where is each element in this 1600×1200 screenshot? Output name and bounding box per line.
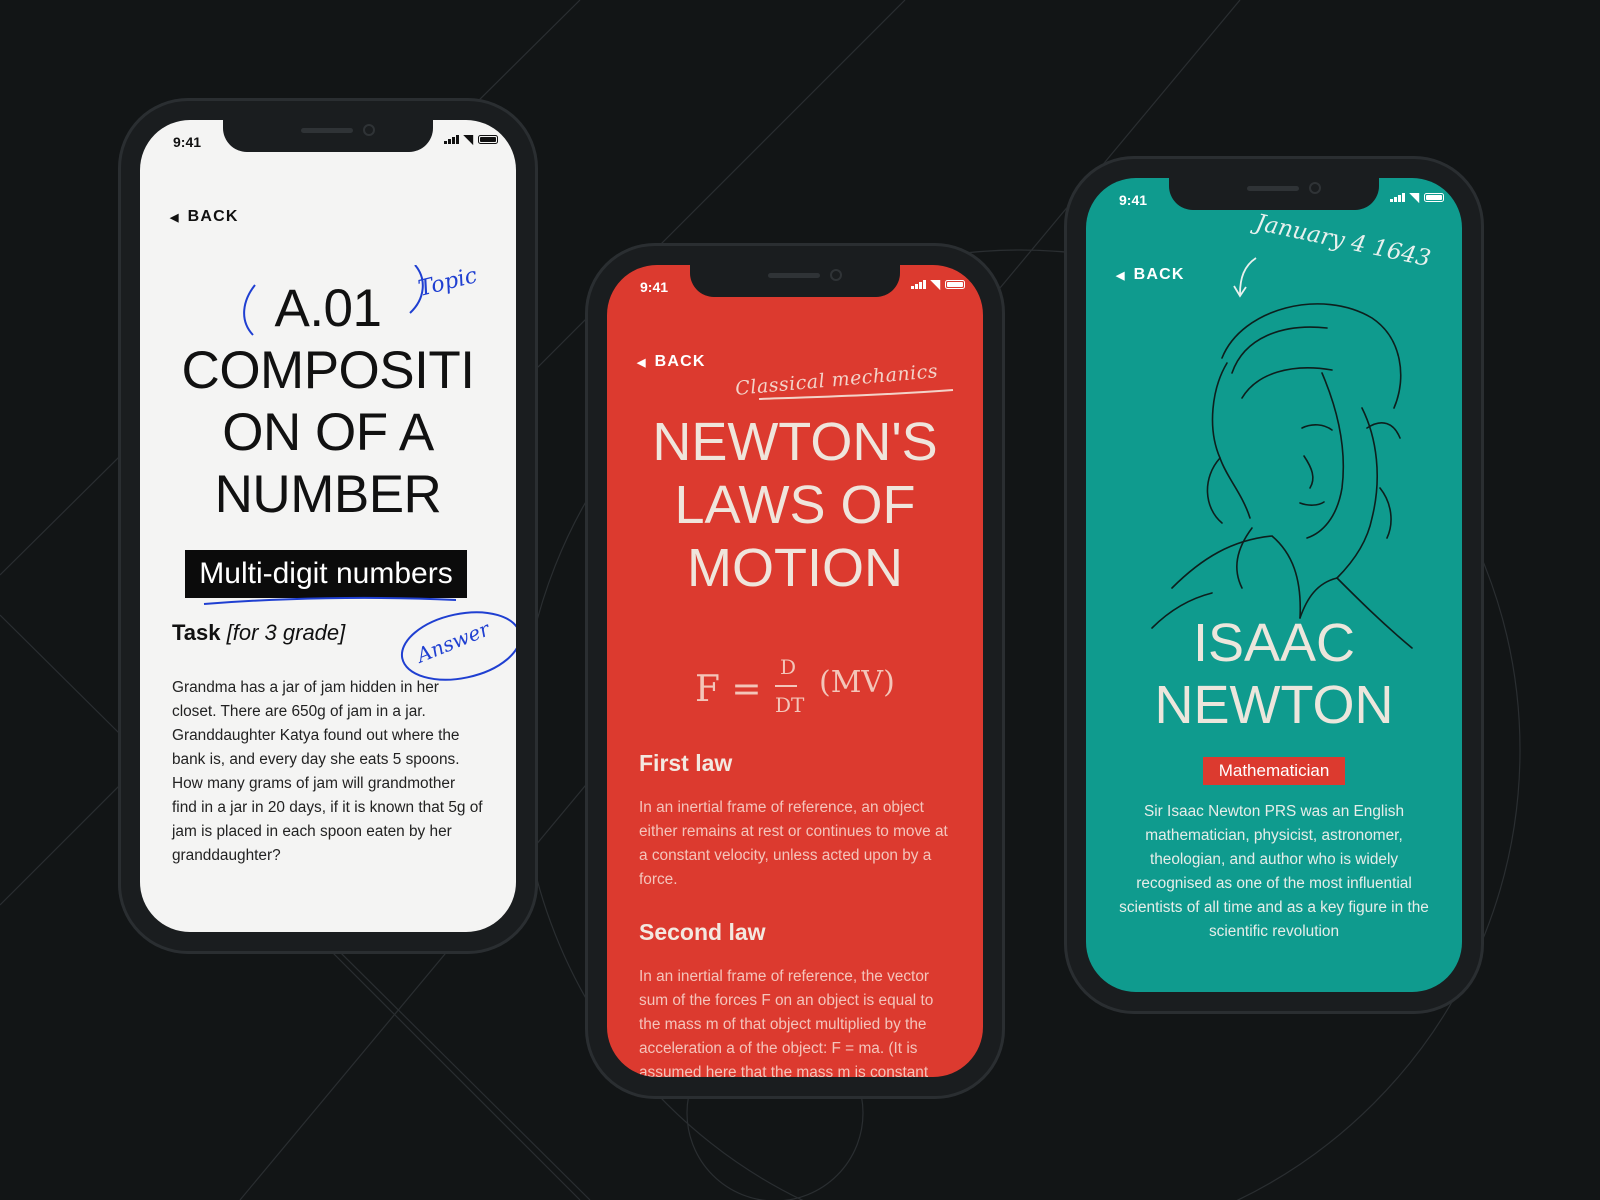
page-title: NEWTON'S LAWS OF MOTION <box>607 411 983 600</box>
title-line-1: NEWTON'S <box>652 412 938 472</box>
phone-mockup-isaac-newton: 9:41 ◥ ◀ BACK January 4 1643 ISAAC NEWTO… <box>1064 156 1484 1014</box>
title-line-2: ON OF A <box>222 403 434 462</box>
chevron-left-icon: ◀ <box>170 211 180 224</box>
formula-left: F = <box>695 669 762 710</box>
task-body-text: Grandma has a jar of jam hidden in her c… <box>172 679 483 864</box>
back-button[interactable]: ◀ BACK <box>637 353 706 371</box>
status-bar: 9:41 ◥ <box>1086 190 1462 210</box>
cellular-signal-icon <box>911 279 926 289</box>
status-time: 9:41 <box>173 134 202 150</box>
phone-mockup-newton-laws: 9:41 ◥ ◀ BACK Classical mechanics NEWTON… <box>585 243 1005 1099</box>
formula-denominator: DT <box>775 693 805 717</box>
back-label: BACK <box>654 353 706 370</box>
status-icons: ◥ <box>911 277 965 291</box>
formula-fraction-bar <box>775 685 797 687</box>
status-time: 9:41 <box>640 279 669 295</box>
wifi-icon: ◥ <box>930 277 940 291</box>
phone3-screen: 9:41 ◥ ◀ BACK January 4 1643 ISAAC NEWTO… <box>1086 178 1462 992</box>
task-grade: [for 3 grade] <box>226 620 346 645</box>
phone2-screen: 9:41 ◥ ◀ BACK Classical mechanics NEWTON… <box>607 265 983 1077</box>
date-note: January 4 1643 <box>1253 209 1433 273</box>
subtopic-badge: Multi-digit numbers <box>185 550 467 598</box>
status-time: 9:41 <box>1119 192 1148 208</box>
first-law-text: In an inertial frame of reference, an ob… <box>639 799 948 888</box>
first-law-heading: First law <box>639 750 733 776</box>
handwritten-formula: F = D DT (MV) <box>695 653 915 733</box>
subject-underline-annotation <box>758 389 954 400</box>
title-line-2: LAWS OF <box>674 475 916 535</box>
phone1-screen: 9:41 ◥ ◀ BACK A.01 COMPOSITI ON OF A NUM… <box>140 120 516 932</box>
badge-underline-annotation <box>203 596 457 605</box>
newton-portrait-sketch <box>1151 303 1413 649</box>
title-line-1: ISAAC <box>1192 613 1356 673</box>
chevron-left-icon: ◀ <box>1116 269 1126 282</box>
wifi-icon: ◥ <box>463 132 473 146</box>
task-heading: Task [for 3 grade] <box>172 620 345 646</box>
battery-icon <box>945 279 965 289</box>
formula-numerator: D <box>780 655 797 679</box>
status-icons: ◥ <box>1390 190 1444 204</box>
task-label: Task <box>172 620 221 645</box>
second-law-text: In an inertial frame of reference, the v… <box>639 968 934 1077</box>
formula-right: (MV) <box>819 665 895 700</box>
phone-mockup-math-task: 9:41 ◥ ◀ BACK A.01 COMPOSITI ON OF A NUM… <box>118 98 538 954</box>
cellular-signal-icon <box>444 134 459 144</box>
status-icons: ◥ <box>444 132 498 146</box>
back-label: BACK <box>187 208 239 225</box>
title-line-3: MOTION <box>687 538 903 598</box>
battery-icon <box>1424 192 1444 202</box>
title-line-1: COMPOSITI <box>181 341 475 400</box>
title-line-2: NEWTON <box>1154 675 1394 735</box>
title-line-3: NUMBER <box>214 465 442 524</box>
back-button[interactable]: ◀ BACK <box>170 208 239 226</box>
chevron-left-icon: ◀ <box>637 356 647 369</box>
profession-badge: Mathematician <box>1203 757 1345 785</box>
second-law-heading: Second law <box>639 919 766 945</box>
status-bar: 9:41 ◥ <box>140 132 516 152</box>
cellular-signal-icon <box>1390 192 1405 202</box>
biography-text: Sir Isaac Newton PRS was an English math… <box>1119 803 1429 940</box>
wifi-icon: ◥ <box>1409 190 1419 204</box>
battery-icon <box>478 134 498 144</box>
page-title: ISAAC NEWTON <box>1086 612 1462 736</box>
status-bar: 9:41 ◥ <box>607 277 983 297</box>
